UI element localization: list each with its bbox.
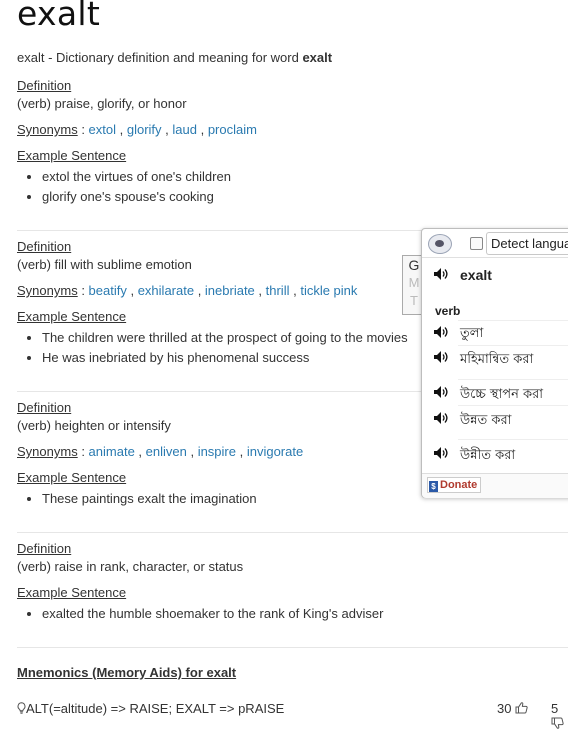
divider xyxy=(458,405,568,406)
sense-1: Definition (verb) praise, glorify, or ho… xyxy=(17,77,568,207)
divider xyxy=(458,379,568,380)
synonym-link[interactable]: tickle pink xyxy=(300,283,357,298)
translator-word: exalt xyxy=(460,267,492,283)
intro-prefix: exalt - Dictionary definition and meanin… xyxy=(17,50,303,65)
mnemonic-text-wrap: ALT(=altitude) => RAISE; EXALT => pRAISE xyxy=(17,701,284,716)
translation-item: মহিমান্বিত করা xyxy=(460,352,534,367)
example-item: exalted the humble shoemaker to the rank… xyxy=(42,604,568,624)
definition-label: Definition xyxy=(17,78,72,93)
definition-label: Definition xyxy=(17,541,72,556)
translator-logo-icon[interactable] xyxy=(428,234,452,254)
example-label: Example Sentence xyxy=(17,585,127,600)
synonyms-row: Synonyms : extol , glorify , laud , proc… xyxy=(17,122,257,137)
synonyms-label: Synonyms xyxy=(17,283,78,298)
definition-text: (verb) praise, glorify, or honor xyxy=(17,96,187,111)
mnemonics-heading[interactable]: Mnemonics (Memory Aids) for exalt xyxy=(17,665,236,680)
translator-toolbar: Detect language xyxy=(422,229,568,258)
intro-word: exalt xyxy=(302,50,333,65)
synonym-link[interactable]: animate xyxy=(89,444,135,459)
example-list: extol the virtues of one's children glor… xyxy=(17,167,568,207)
thumbs-down-icon xyxy=(551,717,564,729)
detect-language-select[interactable]: Detect language xyxy=(486,232,568,255)
synonym-link[interactable]: glorify xyxy=(127,122,162,137)
mnemonic-item: ALT(=altitude) => RAISE; EXALT => pRAISE… xyxy=(17,701,568,729)
synonyms-colon: : xyxy=(77,444,89,459)
synonym-link[interactable]: beatify xyxy=(89,283,127,298)
translator-footer: $ Donate xyxy=(422,473,568,498)
synonym-link[interactable]: proclaim xyxy=(208,122,257,137)
downvote-count: 5 xyxy=(551,701,559,716)
speaker-icon[interactable] xyxy=(433,350,449,364)
speaker-icon[interactable] xyxy=(433,385,449,399)
lightbulb-icon xyxy=(17,702,26,714)
synonyms-colon: : xyxy=(77,283,89,298)
example-label: Example Sentence xyxy=(17,148,127,163)
synonyms-label: Synonyms xyxy=(17,122,78,137)
speaker-icon[interactable] xyxy=(433,446,449,460)
divider xyxy=(458,320,568,321)
thumbs-up-icon xyxy=(515,702,528,714)
synonym-link[interactable]: invigorate xyxy=(247,444,303,459)
synonym-link[interactable]: inebriate xyxy=(205,283,255,298)
speaker-icon[interactable] xyxy=(433,267,449,281)
synonym-link[interactable]: exhilarate xyxy=(138,283,194,298)
part-of-speech: verb xyxy=(435,304,461,318)
definition-text: (verb) raise in rank, character, or stat… xyxy=(17,559,244,574)
synonyms-label: Synonyms xyxy=(17,444,78,459)
synonym-link[interactable]: extol xyxy=(89,122,116,137)
synonym-link[interactable]: inspire xyxy=(198,444,236,459)
example-list: exalted the humble shoemaker to the rank… xyxy=(17,604,568,624)
upvote-count: 30 xyxy=(497,701,512,716)
divider xyxy=(17,647,568,648)
synonym-link[interactable]: laud xyxy=(172,122,197,137)
speaker-icon[interactable] xyxy=(433,411,449,425)
donate-button[interactable]: $ Donate xyxy=(427,477,482,493)
intro-text: exalt - Dictionary definition and meanin… xyxy=(17,50,332,65)
translation-item: উন্নীত করা xyxy=(460,448,516,463)
downvote-button[interactable]: 5 xyxy=(551,701,568,731)
synonym-link[interactable]: enliven xyxy=(146,444,187,459)
example-item: extol the virtues of one's children xyxy=(42,167,568,187)
example-item: glorify one's spouse's cooking xyxy=(42,187,568,207)
mnemonic-text: ALT(=altitude) => RAISE; EXALT => pRAISE xyxy=(26,701,285,716)
translation-item: উচ্চে স্থাপন করা xyxy=(460,387,544,402)
translator-checkbox[interactable] xyxy=(470,237,483,250)
divider xyxy=(458,439,568,440)
donate-label: Donate xyxy=(440,479,478,491)
divider xyxy=(17,532,568,533)
speaker-icon[interactable] xyxy=(433,325,449,339)
page-title: exalt xyxy=(17,0,101,33)
translation-item: তুলা xyxy=(460,326,484,341)
paypal-icon: $ xyxy=(429,481,438,492)
upvote-button[interactable]: 30 xyxy=(497,701,528,716)
divider xyxy=(458,345,568,346)
synonym-link[interactable]: thrill xyxy=(266,283,290,298)
synonyms-colon: : xyxy=(77,122,89,137)
sense-4: Definition (verb) raise in rank, charact… xyxy=(17,540,568,624)
translator-popup: Detect language exalt verb তুলা মহিমান্ব… xyxy=(421,228,568,498)
translation-item: উন্নত করা xyxy=(460,413,512,428)
